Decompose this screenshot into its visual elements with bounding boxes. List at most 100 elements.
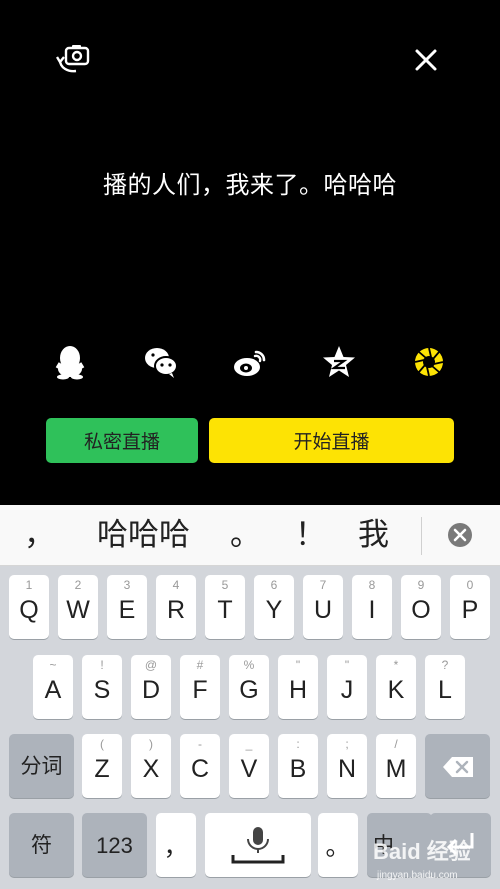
key-sub: ! (100, 658, 104, 672)
key-label: C (190, 755, 210, 783)
key-label: B (289, 755, 307, 783)
key-label: P (461, 596, 479, 624)
backspace-key[interactable] (425, 734, 490, 798)
key-sub: 9 (417, 578, 425, 592)
key-m[interactable]: / M (376, 734, 416, 798)
key-k[interactable]: * K (376, 655, 416, 719)
candidate-comma[interactable]: ， (24, 505, 55, 565)
key-sub: " (344, 658, 350, 672)
key-sub: 8 (368, 578, 376, 592)
key-sub: ? (441, 658, 449, 672)
key-o[interactable]: 9O (401, 575, 441, 639)
key-sub: @ (144, 658, 158, 672)
key-t[interactable]: 5T (205, 575, 245, 639)
candidate-hahaha[interactable]: 哈哈哈 (97, 505, 190, 565)
key-d[interactable]: @ D (131, 655, 171, 719)
key-sub: 2 (74, 578, 82, 592)
key-label: M (385, 755, 407, 783)
key-sub: 7 (319, 578, 327, 592)
symbol-key[interactable]: 符 (9, 813, 74, 877)
key-label: G (239, 676, 259, 704)
key-r[interactable]: 4R (156, 575, 196, 639)
key-label: K (387, 676, 405, 704)
key-label: J (340, 676, 354, 704)
key-h[interactable]: " H (278, 655, 318, 719)
private-live-button[interactable]: 私密直播 (46, 418, 198, 463)
key-sub: % (243, 658, 255, 672)
candidate-exclamation[interactable]: ！ (295, 505, 326, 565)
key-label: T (217, 596, 233, 624)
qzone-icon[interactable] (321, 344, 357, 380)
wechat-icon[interactable] (143, 344, 179, 380)
qq-icon[interactable] (52, 344, 88, 380)
live-setup-screen: 播的人们，我来了。哈哈哈 私密直播 开始直播 (0, 0, 500, 505)
key-q[interactable]: 1Q (9, 575, 49, 639)
key-label: ， (163, 833, 189, 861)
key-sub: 0 (466, 578, 474, 592)
share-row (0, 344, 500, 384)
key-label: L (438, 676, 452, 704)
candidate-divider (421, 517, 422, 555)
candidate-close-icon[interactable] (447, 522, 473, 548)
key-x[interactable]: ) X (131, 734, 171, 798)
key-label: 123 (96, 833, 133, 858)
period-key[interactable]: 。 (318, 813, 358, 877)
key-label: O (411, 596, 431, 624)
key-n[interactable]: ; N (327, 734, 367, 798)
close-icon[interactable] (412, 46, 440, 74)
lens-icon[interactable] (411, 344, 447, 380)
key-sub: ( (100, 737, 104, 751)
key-y[interactable]: 6Y (254, 575, 294, 639)
key-z[interactable]: (Z (82, 734, 122, 798)
key-sub: ; (345, 737, 349, 751)
key-p[interactable]: 0P (450, 575, 490, 639)
key-label: 。 (325, 833, 351, 861)
key-sub: " (295, 658, 301, 672)
key-label: Q (19, 596, 39, 624)
key-sub: * (393, 658, 399, 672)
key-u[interactable]: 7U (303, 575, 343, 639)
key-label: F (192, 676, 208, 704)
key-w[interactable]: 2W (58, 575, 98, 639)
key-s[interactable]: ! S (82, 655, 122, 719)
key-v[interactable]: _ V (229, 734, 269, 798)
key-c[interactable]: -C (180, 734, 220, 798)
key-label: 符 (31, 833, 52, 857)
watermark-url: jingyan.baidu.com (377, 870, 458, 881)
fenci-key[interactable]: 分词 (9, 734, 74, 798)
microphone-icon (231, 827, 285, 864)
key-f[interactable]: # F (180, 655, 220, 719)
key-sub: 1 (25, 578, 33, 592)
watermark: Baid 经验 jingyan.baidu.com (365, 832, 495, 886)
key-i[interactable]: 8I (352, 575, 392, 639)
live-title[interactable]: 播的人们，我来了。哈哈哈 (0, 165, 500, 200)
key-label: X (142, 755, 160, 783)
number-key[interactable]: 123 (82, 813, 147, 877)
key-a[interactable]: ~ A (33, 655, 73, 719)
key-label: Z (94, 755, 110, 783)
key-label: E (118, 596, 136, 624)
key-sub: 5 (221, 578, 229, 592)
start-live-button[interactable]: 开始直播 (209, 418, 454, 463)
comma-key[interactable]: ， (156, 813, 196, 877)
watermark-logo: Baid 经验 (373, 839, 471, 864)
key-sub: _ (245, 737, 253, 751)
candidate-wo[interactable]: 我 (358, 505, 389, 565)
key-e[interactable]: 3E (107, 575, 147, 639)
camera-switch-icon[interactable] (56, 42, 92, 76)
key-l[interactable]: ? L (425, 655, 465, 719)
key-sub: ~ (49, 658, 57, 672)
candidate-period[interactable]: 。 (230, 505, 261, 565)
key-label: S (93, 676, 111, 704)
key-label: D (141, 676, 161, 704)
key-label: N (337, 755, 357, 783)
key-sub: : (296, 737, 300, 751)
key-label: W (66, 596, 90, 624)
key-j[interactable]: " J (327, 655, 367, 719)
weibo-icon[interactable] (232, 344, 268, 380)
candidate-bar: ， 哈哈哈 。 ！ 我 (0, 505, 500, 566)
key-g[interactable]: % G (229, 655, 269, 719)
space-key[interactable] (205, 813, 311, 877)
key-sub: ) (149, 737, 153, 751)
key-b[interactable]: :B (278, 734, 318, 798)
